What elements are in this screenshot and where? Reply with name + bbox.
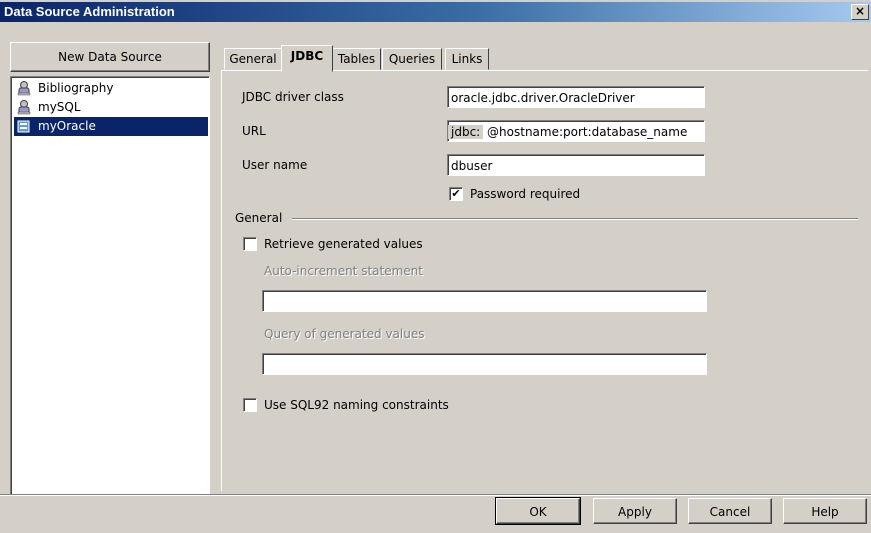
list-item-label: Bibliography — [38, 81, 114, 95]
password-required-label: Password required — [470, 187, 581, 201]
data-source-admin-window: Data Source Administration × New Data So… — [0, 0, 871, 533]
password-required-checkbox[interactable]: ✔ — [449, 187, 463, 201]
jdbc-driver-class-label: JDBC driver class — [242, 90, 344, 104]
user-name-input[interactable]: dbuser — [447, 154, 705, 176]
title-bar: Data Source Administration × — [0, 2, 871, 22]
general-group-label: General — [235, 211, 283, 225]
list-item-label: myOracle — [38, 119, 96, 133]
list-item-bibliography[interactable]: Bibliography — [14, 79, 208, 98]
tab-tables[interactable]: Tables — [332, 48, 381, 70]
url-prefix: jdbc: — [448, 125, 484, 139]
database-db-icon — [17, 120, 30, 133]
help-button[interactable]: Help — [783, 498, 867, 524]
check-icon: ✔ — [451, 187, 461, 200]
data-source-list[interactable]: Bibliography mySQL myOracle — [10, 76, 210, 495]
query-generated-values-input[interactable] — [262, 353, 707, 375]
user-name-label: User name — [242, 158, 308, 172]
list-item-label: mySQL — [38, 100, 81, 114]
apply-button[interactable]: Apply — [593, 498, 677, 524]
retrieve-generated-values-label: Retrieve generated values — [264, 237, 423, 251]
ok-button[interactable]: OK — [495, 497, 581, 525]
auto-increment-label: Auto-increment statement — [264, 264, 423, 278]
data-source-panel: New Data Source Bibliography mySQL myOra… — [10, 40, 210, 495]
close-icon: × — [854, 4, 866, 18]
sql92-naming-checkbox[interactable] — [243, 398, 257, 412]
url-value: @hostname:port:database_name — [487, 125, 688, 139]
retrieve-generated-values-checkbox[interactable] — [243, 237, 257, 251]
query-generated-values-label: Query of generated values — [264, 327, 425, 341]
cancel-button[interactable]: Cancel — [688, 498, 772, 524]
database-user-icon — [17, 81, 31, 96]
new-data-source-button[interactable]: New Data Source — [10, 42, 210, 72]
list-item-mysql[interactable]: mySQL — [14, 98, 208, 117]
database-user-icon — [17, 100, 31, 115]
bottom-separator — [0, 494, 871, 496]
auto-increment-input[interactable] — [262, 290, 707, 312]
general-group-divider — [292, 218, 858, 220]
url-input[interactable]: jdbc: @hostname:port:database_name — [447, 120, 705, 142]
tab-queries[interactable]: Queries — [382, 48, 442, 70]
close-button[interactable]: × — [851, 4, 869, 20]
window-title: Data Source Administration — [4, 4, 175, 19]
tab-jdbc[interactable]: JDBC — [281, 45, 333, 72]
tab-general[interactable]: General — [224, 48, 282, 70]
tab-links[interactable]: Links — [445, 48, 489, 70]
list-item-myoracle[interactable]: myOracle — [14, 117, 208, 136]
url-label: URL — [242, 124, 266, 138]
sql92-naming-label: Use SQL92 naming constraints — [264, 398, 449, 412]
jdbc-driver-class-input[interactable]: oracle.jdbc.driver.OracleDriver — [447, 86, 705, 108]
